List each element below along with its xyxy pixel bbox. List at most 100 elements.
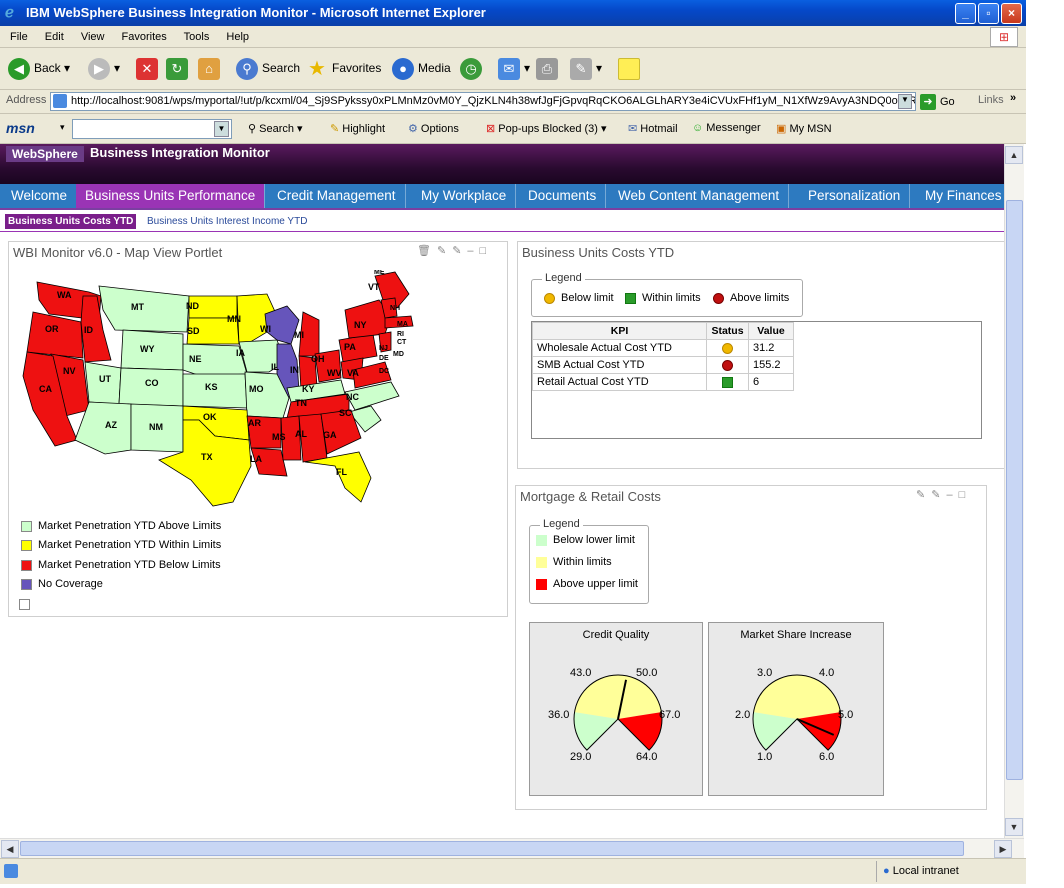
tab-credit-management[interactable]: Credit Management: [268, 184, 406, 208]
state-mt[interactable]: [98, 285, 190, 333]
msn-search-input[interactable]: [72, 119, 232, 139]
scroll-left-icon[interactable]: ◀: [1, 840, 19, 858]
media-button[interactable]: ● Media: [392, 56, 451, 80]
go-button[interactable]: ➜ Go: [920, 93, 955, 111]
minimize-icon[interactable]: –: [467, 245, 479, 257]
vertical-scroll-thumb[interactable]: [1006, 200, 1023, 780]
stop-button[interactable]: ✕: [136, 56, 162, 80]
kpi-name: Wholesale Actual Cost YTD: [532, 339, 707, 357]
map-legend-no-coverage: No Coverage: [21, 578, 103, 590]
edit-icon[interactable]: ✎: [931, 489, 946, 501]
hotmail-button[interactable]: ✉ Hotmail: [628, 122, 678, 135]
maximize-icon[interactable]: □: [480, 245, 493, 257]
history-icon: ◷: [460, 57, 482, 80]
edit-button[interactable]: ✎ ▾: [570, 56, 602, 80]
below-limit-icon: [544, 292, 555, 304]
map-legend-above: Market Penetration YTD Above Limits: [21, 520, 221, 532]
kpi-value: 6: [748, 373, 794, 391]
delete-icon[interactable]: 🗑: [417, 245, 437, 257]
column-header-value: Value: [748, 322, 794, 340]
edit-icon[interactable]: ✎: [452, 245, 467, 257]
table-row: SMB Actual Cost YTD 155.2: [532, 356, 794, 374]
vertical-scrollbar[interactable]: ▲ ▼: [1004, 144, 1024, 838]
links-expand-icon[interactable]: »: [1010, 92, 1016, 104]
msn-search-dropdown-icon[interactable]: ▼: [214, 121, 229, 137]
scroll-right-icon[interactable]: ▶: [994, 840, 1012, 858]
state-label: AR: [248, 418, 261, 428]
tab-my-workplace[interactable]: My Workplace: [412, 184, 517, 208]
menu-view[interactable]: View: [81, 31, 105, 43]
scroll-down-icon[interactable]: ▼: [1005, 818, 1023, 836]
horizontal-scrollbar[interactable]: ◀ ▶: [0, 838, 1024, 858]
mail-button[interactable]: ✉ ▾: [498, 56, 530, 80]
tab-welcome[interactable]: Welcome: [2, 184, 78, 208]
minimize-button[interactable]: _: [955, 3, 976, 24]
favorites-button[interactable]: ★ Favorites: [306, 56, 381, 80]
messenger-button[interactable]: ☺ Messenger: [692, 122, 761, 134]
subtab-interest-income-ytd[interactable]: Business Units Interest Income YTD: [144, 214, 310, 229]
msn-dropdown-icon[interactable]: ▾: [60, 122, 65, 133]
status-cell: [706, 339, 749, 357]
menu-help[interactable]: Help: [226, 31, 249, 43]
scroll-up-icon[interactable]: ▲: [1005, 146, 1023, 164]
forward-button[interactable]: ▶ ▾: [88, 56, 120, 80]
highlight-button[interactable]: ✎ Highlight: [330, 122, 385, 135]
tab-business-units-performance[interactable]: Business Units Performance: [76, 184, 266, 208]
page-icon: [53, 94, 67, 108]
subtab-costs-ytd[interactable]: Business Units Costs YTD: [5, 214, 137, 229]
hotmail-icon: ✉: [628, 123, 641, 135]
address-dropdown-icon[interactable]: ▼: [898, 94, 912, 109]
maximize-icon[interactable]: □: [959, 489, 972, 501]
search-button[interactable]: ⚲ Search: [236, 56, 300, 80]
menu-favorites[interactable]: Favorites: [122, 31, 167, 43]
gauge-label: 3.0: [757, 667, 773, 679]
state-label: MD: [393, 351, 404, 358]
refresh-button[interactable]: ↻: [166, 56, 192, 80]
mail-icon: ✉: [498, 57, 520, 80]
print-button[interactable]: ⎙: [536, 56, 562, 80]
msn-toolbar: msn ▾ ▼ ⚲ Search ▾ ✎ Highlight ⚙ Options…: [0, 114, 1026, 144]
close-button[interactable]: ×: [1001, 3, 1022, 24]
horizontal-scroll-thumb[interactable]: [20, 841, 964, 856]
kpi-header-row: KPI Status Value: [532, 322, 794, 340]
portlet-controls: 🗑✎✎–□: [417, 244, 492, 257]
table-row: Wholesale Actual Cost YTD 31.2: [532, 339, 794, 357]
state-label: MA: [397, 321, 408, 328]
msn-logo[interactable]: msn: [6, 120, 35, 136]
state-label: IN: [290, 365, 299, 375]
options-button[interactable]: ⚙ Options: [408, 122, 459, 135]
messenger-icon: ☺: [692, 122, 707, 134]
state-or[interactable]: [26, 311, 84, 359]
legend-swatch: [21, 520, 32, 532]
state-label: KY: [302, 384, 315, 394]
state-label: WV: [327, 368, 342, 378]
links-label[interactable]: Links: [978, 94, 1004, 106]
menu-file[interactable]: File: [10, 31, 28, 43]
address-input[interactable]: http://localhost:9081/wps/myportal/!ut/p…: [50, 92, 916, 111]
back-arrow-icon: ◀: [8, 57, 30, 80]
mymsn-button[interactable]: ▣ My MSN: [776, 122, 832, 135]
tab-my-finances[interactable]: My Finances: [916, 184, 1004, 208]
stop-icon: ✕: [136, 57, 158, 80]
gauge-label: 4.0: [819, 667, 835, 679]
state-label: NC: [346, 392, 359, 402]
us-map[interactable]: WA OR ID MT ND SD MN WY NE IA WI MI NY V…: [19, 270, 419, 512]
tab-personalization[interactable]: Personalization: [799, 184, 911, 208]
messenger-note-button[interactable]: [618, 56, 644, 80]
menu-edit[interactable]: Edit: [45, 31, 64, 43]
home-button[interactable]: ⌂: [198, 56, 224, 80]
menu-tools[interactable]: Tools: [184, 31, 210, 43]
popups-blocked-button[interactable]: ⊠ Pop-ups Blocked (3) ▾: [486, 122, 607, 135]
minimize-icon[interactable]: –: [946, 489, 958, 501]
tab-web-content-management[interactable]: Web Content Management: [609, 184, 790, 208]
state-label: KS: [205, 382, 218, 392]
wrench-icon[interactable]: ✎: [916, 489, 931, 501]
state-label: MS: [272, 432, 286, 442]
wrench-icon[interactable]: ✎: [437, 245, 452, 257]
history-button[interactable]: ◷: [460, 56, 486, 80]
maximize-button[interactable]: ▫: [978, 3, 999, 24]
tab-documents[interactable]: Documents: [519, 184, 607, 208]
msn-search-button[interactable]: ⚲ Search ▾: [248, 122, 303, 135]
back-button[interactable]: ◀ Back ▾: [8, 56, 70, 80]
legend-swatch: [536, 578, 547, 590]
